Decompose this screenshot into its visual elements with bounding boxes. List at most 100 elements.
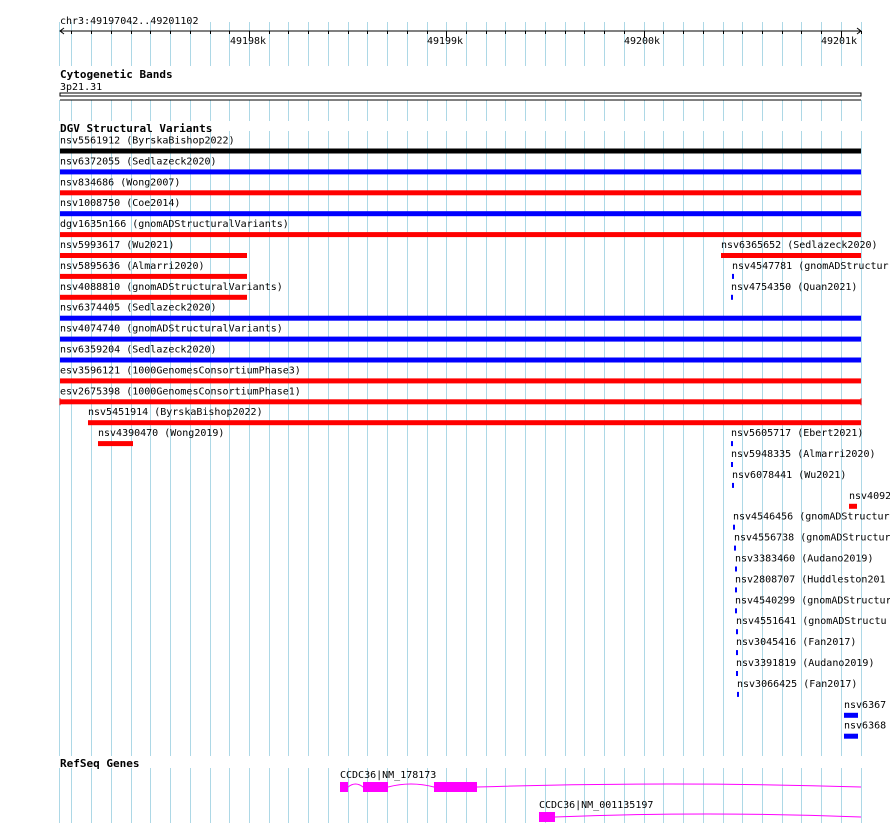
variant-bar[interactable] — [736, 629, 738, 635]
variant-label: nsv4551641 (gnomADStructu — [736, 616, 887, 627]
variant-bar[interactable] — [737, 691, 739, 697]
variant-label: esv2675398 (1000GenomesConsortiumPhase1) — [60, 386, 301, 397]
variant-feature[interactable]: nsv5561912 (ByrskaBishop2022) — [60, 136, 861, 154]
variant-feature[interactable]: nsv6374405 (Sedlazeck2020) — [60, 303, 861, 321]
gene-exon[interactable] — [539, 812, 555, 822]
variant-label: nsv4088810 (gnomADStructuralVariants) — [60, 282, 283, 293]
gene-feature[interactable]: CCDC36|NM_001135197 — [539, 800, 862, 822]
variant-label: nsv2808707 (Huddleston201 — [735, 574, 886, 585]
gene-exon[interactable] — [434, 782, 477, 792]
variant-feature[interactable]: nsv4754350 (Quan2021) — [731, 282, 857, 300]
variant-features[interactable]: nsv5561912 (ByrskaBishop2022) nsv6372055 … — [59, 136, 890, 739]
variant-label: nsv4556738 (gnomADStructur — [734, 533, 890, 544]
variant-bar[interactable] — [731, 441, 733, 447]
variant-bar[interactable] — [844, 712, 858, 718]
dgv-track[interactable]: DGV Structural Variants nsv5561912 (Byrs… — [0, 121, 890, 739]
variant-bar[interactable] — [60, 273, 247, 279]
variant-bar[interactable] — [60, 378, 861, 384]
variant-bar[interactable] — [60, 315, 861, 321]
variant-bar[interactable] — [88, 420, 861, 426]
variant-label: nsv5895636 (Almarri2020) — [60, 261, 205, 272]
genome-browser-view[interactable]: chr3:49197042..49201102 49198k 49199k 49… — [0, 0, 890, 823]
variant-bar[interactable] — [735, 566, 737, 572]
variant-bar[interactable] — [732, 273, 734, 279]
cytoband-bar[interactable] — [59, 92, 862, 97]
variant-bar[interactable] — [98, 441, 133, 447]
variant-feature[interactable]: nsv4556738 (gnomADStructur — [734, 533, 890, 551]
variant-feature[interactable]: nsv5895636 (Almarri2020) — [60, 261, 247, 279]
variant-feature[interactable]: nsv6078441 (Wu2021) — [732, 470, 846, 488]
variant-feature[interactable]: nsv5993617 (Wu2021) — [60, 240, 247, 258]
variant-bar[interactable] — [849, 503, 857, 509]
variant-label: nsv6365652 (Sedlazeck2020) — [721, 240, 878, 251]
variant-feature[interactable]: nsv3383460 (Audano2019) — [735, 554, 873, 572]
variant-bar[interactable] — [60, 357, 861, 363]
variant-bar[interactable] — [60, 232, 861, 238]
gene-label: CCDC36|NM_178173 — [340, 770, 436, 781]
variant-feature[interactable]: nsv5948335 (Almarri2020) — [731, 449, 876, 467]
variant-bar[interactable] — [60, 211, 861, 217]
variant-feature[interactable]: nsv5605717 (Ebert2021) — [731, 428, 863, 447]
variant-label: nsv3383460 (Audano2019) — [735, 554, 873, 565]
variant-label: nsv4547781 (gnomADStructur — [732, 261, 889, 272]
variant-feature[interactable]: nsv4547781 (gnomADStructur — [732, 261, 889, 279]
variant-feature[interactable]: nsv6359204 (Sedlazeck2020) — [60, 345, 861, 363]
variant-label: nsv6368 — [844, 721, 886, 732]
refseq-track[interactable]: RefSeq Genes CCDC36|NM_178173 CCDC36|NM_0… — [0, 756, 890, 822]
variant-label: nsv4092 — [849, 491, 890, 502]
variant-bar[interactable] — [735, 608, 737, 614]
variant-bar[interactable] — [736, 650, 738, 656]
variant-bar[interactable] — [60, 190, 861, 196]
variant-label: nsv4754350 (Quan2021) — [731, 282, 857, 293]
variant-feature[interactable]: dgv1635n166 (gnomADStructuralVariants) — [60, 219, 861, 238]
variant-bar[interactable] — [60, 336, 861, 342]
ruler[interactable]: chr3:49197042..49201102 49198k 49199k 49… — [59, 16, 862, 47]
variant-label: nsv834686 (Wong2007) — [60, 177, 180, 188]
variant-feature[interactable]: nsv5451914 (ByrskaBishop2022) — [88, 407, 861, 426]
variant-feature[interactable]: nsv4540299 (gnomADStructur — [735, 595, 890, 614]
variant-label: nsv3045416 (Fan2017) — [736, 637, 856, 648]
variant-feature[interactable]: nsv4390470 (Wong2019) — [98, 428, 224, 447]
variant-feature[interactable]: nsv6367 — [844, 700, 886, 718]
variant-bar[interactable] — [60, 169, 861, 175]
variant-feature[interactable]: nsv4092 — [849, 491, 890, 509]
variant-label: nsv5948335 (Almarri2020) — [731, 449, 876, 460]
variant-bar[interactable] — [721, 253, 861, 258]
variant-feature[interactable]: nsv3391819 (Audano2019) — [736, 658, 874, 676]
variant-label: nsv4546456 (gnomADStructur — [733, 512, 890, 523]
cytoband-track[interactable]: Cytogenetic Bands 3p21.31 — [0, 66, 890, 100]
variant-bar[interactable] — [60, 399, 861, 405]
variant-feature[interactable]: nsv6365652 (Sedlazeck2020) — [721, 240, 878, 258]
variant-bar[interactable] — [734, 545, 736, 551]
variant-bar[interactable] — [736, 671, 738, 676]
variant-label: nsv6372055 (Sedlazeck2020) — [60, 156, 217, 167]
variant-feature[interactable]: nsv4074740 (gnomADStructuralVariants) — [60, 324, 861, 342]
gene-exon[interactable] — [363, 782, 388, 792]
variant-label: nsv4390470 (Wong2019) — [98, 428, 224, 439]
variant-feature[interactable]: nsv6372055 (Sedlazeck2020) — [60, 156, 861, 175]
gene-exon[interactable] — [340, 782, 348, 792]
variant-feature[interactable]: esv2675398 (1000GenomesConsortiumPhase1) — [59, 386, 862, 406]
variant-bar[interactable] — [731, 462, 733, 467]
gene-intron-line — [539, 813, 862, 818]
variant-bar[interactable] — [60, 253, 247, 258]
variant-bar[interactable] — [60, 294, 247, 300]
variant-bar[interactable] — [731, 294, 733, 300]
ruler-tick-label: 49200k — [624, 36, 660, 47]
variant-feature[interactable]: nsv1008750 (Coe2014) — [60, 198, 861, 217]
variant-bar[interactable] — [844, 733, 858, 739]
variant-feature[interactable]: nsv3045416 (Fan2017) — [736, 637, 856, 656]
variant-bar[interactable] — [732, 482, 734, 488]
variant-feature[interactable]: nsv3066425 (Fan2017) — [737, 679, 857, 697]
variant-feature[interactable]: nsv6368 — [844, 721, 886, 739]
variant-feature[interactable]: nsv4546456 (gnomADStructur — [733, 512, 890, 530]
variant-label: nsv3066425 (Fan2017) — [737, 679, 857, 690]
variant-bar[interactable] — [735, 587, 737, 593]
variant-feature[interactable]: nsv2808707 (Huddleston201 — [735, 574, 886, 593]
track-title: DGV Structural Variants — [60, 122, 212, 135]
variant-bar[interactable] — [733, 524, 735, 530]
variant-feature[interactable]: nsv4551641 (gnomADStructu — [736, 616, 887, 635]
variant-feature[interactable]: nsv834686 (Wong2007) — [60, 177, 861, 196]
variant-feature[interactable]: esv3596121 (1000GenomesConsortiumPhase3) — [60, 365, 861, 384]
variant-bar[interactable] — [60, 148, 861, 154]
